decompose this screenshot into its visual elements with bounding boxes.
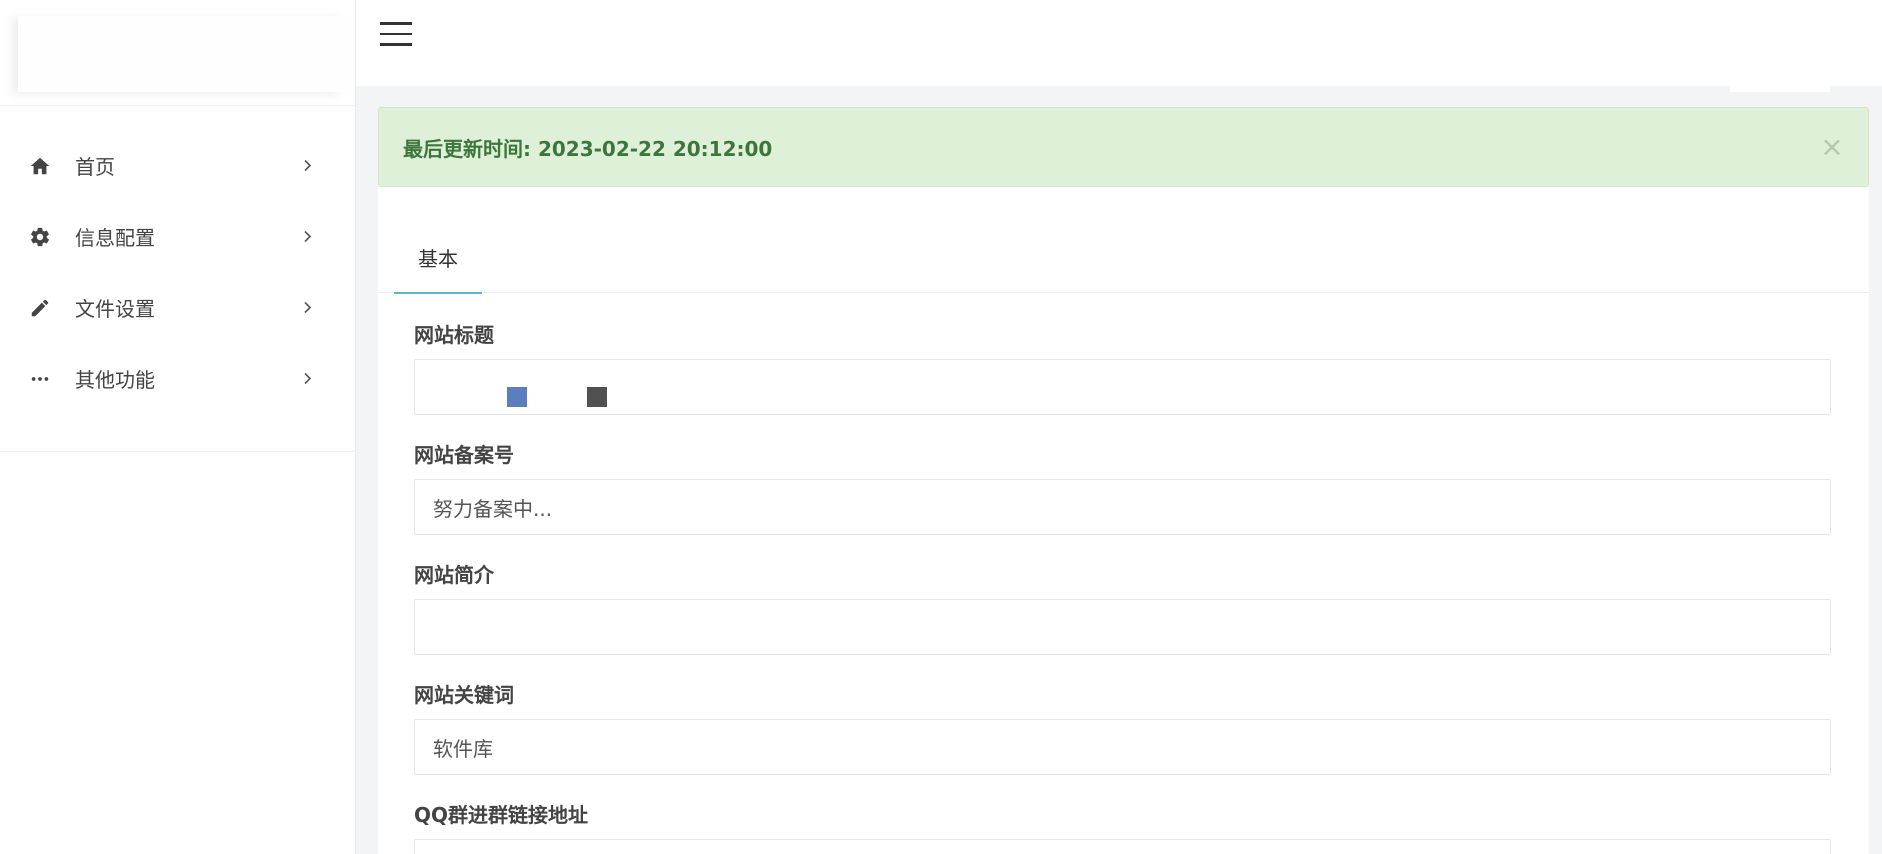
field-label: 网站标题 (414, 323, 494, 347)
logo[interactable] (18, 16, 344, 92)
site-description-input[interactable] (414, 599, 1831, 655)
logo-area (0, 0, 355, 106)
field-label: 网站备案号 (414, 443, 514, 467)
sidebar-item-label: 首页 (75, 155, 115, 179)
chevron-right-icon (303, 230, 315, 244)
chevron-right-icon (303, 159, 315, 173)
update-alert: 最后更新时间: 2023-02-22 20:12:00 × (378, 107, 1869, 187)
field-qq-group-link: QQ群进群链接地址 (414, 803, 1833, 854)
user-area[interactable] (1730, 68, 1830, 92)
field-label: QQ群进群链接地址 (414, 803, 589, 827)
sidebar-nav: 首页 信息配置 文件设置 其他功能 (0, 106, 355, 414)
more-dots-icon (28, 367, 52, 391)
icp-number-input[interactable] (414, 479, 1831, 535)
chevron-right-icon (303, 301, 315, 315)
field-icp-number: 网站备案号 (414, 443, 1833, 535)
sidebar-item-info-config[interactable]: 信息配置 (0, 201, 355, 272)
field-site-description: 网站简介 (414, 563, 1833, 655)
pencil-icon (28, 296, 52, 320)
sidebar-divider (0, 451, 355, 452)
alert-text: 最后更新时间: 2023-02-22 20:12:00 (403, 136, 773, 161)
qq-group-link-input[interactable] (414, 839, 1831, 854)
sidebar-item-label: 文件设置 (75, 297, 155, 321)
sidebar-item-other-features[interactable]: 其他功能 (0, 343, 355, 414)
field-site-keywords: 网站关键词 (414, 683, 1833, 775)
settings-form: 网站标题 网站备案号 网站简介 网站关键词 QQ群进群链接地址 (378, 323, 1869, 854)
home-icon (28, 154, 52, 178)
close-icon[interactable]: × (1820, 132, 1844, 162)
tab-basic[interactable]: 基本 (394, 243, 482, 294)
gear-icon (28, 225, 52, 249)
site-keywords-input[interactable] (414, 719, 1831, 775)
sidebar-item-home[interactable]: 首页 (0, 130, 355, 201)
field-site-title: 网站标题 (414, 323, 1833, 415)
site-title-input[interactable] (414, 359, 1831, 415)
sidebar-item-label: 其他功能 (75, 368, 155, 392)
chevron-right-icon (303, 372, 315, 386)
sidebar-item-file-settings[interactable]: 文件设置 (0, 272, 355, 343)
field-label: 网站关键词 (414, 683, 514, 707)
field-label: 网站简介 (414, 563, 494, 587)
tab-active-indicator (394, 292, 482, 294)
tab-label: 基本 (418, 247, 458, 271)
settings-card: 基本 网站标题 网站备案号 网站简介 网站关键词 QQ群进群链接地址 (378, 187, 1869, 854)
tab-bar: 基本 (378, 187, 1869, 294)
topbar (356, 0, 1882, 92)
logo-square-gray (587, 387, 607, 407)
logo-square-blue (507, 387, 527, 407)
sidebar-item-label: 信息配置 (75, 226, 155, 250)
hamburger-menu-icon[interactable] (380, 22, 412, 46)
sidebar: 首页 信息配置 文件设置 其他功能 (0, 0, 356, 854)
